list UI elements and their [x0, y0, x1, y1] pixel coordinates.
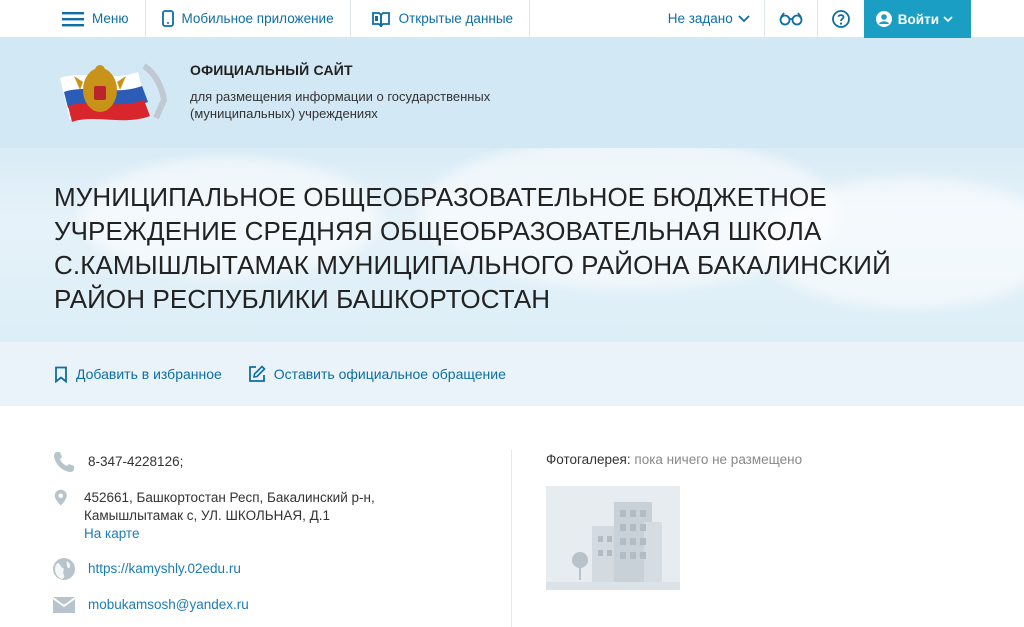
site-subtitle: для размещения информации о государствен…: [190, 89, 491, 121]
accessibility-button[interactable]: [763, 0, 817, 37]
menu-label: Меню: [92, 11, 129, 26]
bookmark-icon: [55, 366, 67, 383]
question-circle-icon: [831, 9, 850, 28]
top-navigation: Меню Мобильное приложение Открытые данны…: [0, 0, 1024, 38]
phone-number: 8-347-4228126;: [88, 454, 184, 469]
mobile-app-label: Мобильное приложение: [181, 11, 334, 26]
location-pin-icon: [54, 489, 67, 506]
chevron-down-icon: [943, 15, 953, 22]
coat-of-arms-logo: [60, 63, 168, 122]
open-data-link[interactable]: Открытые данные: [351, 0, 531, 37]
login-button[interactable]: Войти: [863, 0, 971, 38]
email-link[interactable]: mobukamsosh@yandex.ru: [88, 593, 249, 612]
chevron-down-icon: [738, 14, 750, 22]
address-line-2: Камышлытамак с, УЛ. ШКОЛЬНАЯ, Д.1: [84, 508, 331, 523]
official-appeal-button[interactable]: Оставить официальное обращение: [248, 365, 506, 383]
site-title: ОФИЦИАЛЬНЫЙ САЙТ: [190, 62, 353, 78]
column-divider: [511, 450, 512, 627]
gallery-title: Фотогалерея:: [546, 452, 631, 467]
actions-bar: Добавить в избранное Оставить официально…: [0, 342, 1024, 406]
photo-gallery-label: Фотогалерея: пока ничего не размещено: [546, 452, 802, 467]
phone-icon: [54, 452, 74, 472]
globe-icon: [53, 558, 75, 580]
email-row: mobukamsosh@yandex.ru: [52, 593, 249, 617]
help-button[interactable]: [816, 0, 864, 37]
edit-icon: [248, 365, 266, 382]
content-area: 8-347-4228126; 452661, Башкортостан Респ…: [0, 406, 1024, 627]
region-selector[interactable]: Не задано: [654, 0, 764, 37]
website-link[interactable]: https://kamyshly.02edu.ru: [88, 557, 241, 576]
building-placeholder-icon: [546, 486, 680, 590]
open-book-icon: [371, 11, 390, 27]
login-label: Войти: [897, 11, 939, 27]
smartphone-icon: [161, 10, 174, 27]
organization-name: МУНИЦИПАЛЬНОЕ ОБЩЕОБРАЗОВАТЕЛЬНОЕ БЮДЖЕТ…: [54, 182, 891, 314]
open-data-label: Открытые данные: [398, 11, 514, 26]
gallery-status: пока ничего не размещено: [634, 452, 803, 467]
website-row: https://kamyshly.02edu.ru: [52, 557, 241, 581]
address-row: 452661, Башкортостан Респ, Бакалинский р…: [52, 486, 375, 543]
region-label: Не задано: [667, 11, 733, 26]
add-to-favorites-button[interactable]: Добавить в избранное: [54, 366, 222, 383]
phone-row: 8-347-4228126;: [52, 450, 183, 474]
menu-button[interactable]: Меню: [0, 0, 146, 37]
add-to-favorites-label: Добавить в избранное: [76, 366, 222, 382]
glasses-icon: [779, 11, 803, 25]
map-link[interactable]: На карте: [84, 526, 139, 541]
mobile-app-link[interactable]: Мобильное приложение: [146, 0, 351, 37]
envelope-icon: [52, 597, 76, 613]
gallery-placeholder-image: [546, 486, 680, 590]
official-appeal-label: Оставить официальное обращение: [273, 366, 506, 382]
hero-banner: ОФИЦИАЛЬНЫЙ САЙТ для размещения информац…: [0, 38, 1024, 342]
user-circle-icon: [875, 11, 892, 27]
address-line-1: 452661, Башкортостан Респ, Бакалинский р…: [84, 490, 375, 505]
hamburger-icon: [62, 11, 84, 26]
